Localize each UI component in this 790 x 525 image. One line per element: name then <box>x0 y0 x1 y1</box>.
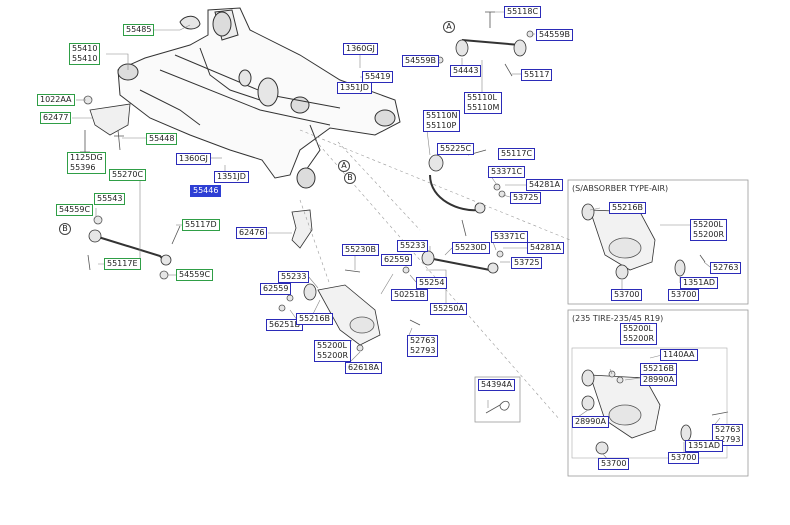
part-label-55110L-55110M[interactable]: 55110L 55110M <box>464 92 503 114</box>
part-label-55200L-55200R-air[interactable]: 55200L 55200R <box>690 219 728 241</box>
part-label-54394A[interactable]: 54394A <box>478 379 515 391</box>
parts-diagram: A B A B (S/ABSORBER TYPE-AIR) (235 TIRE-… <box>0 0 790 525</box>
part-label-55410-line2: 55410 <box>72 54 98 63</box>
callout-b-link: B <box>59 223 71 235</box>
part-label-53725-lower[interactable]: 53725 <box>511 257 543 269</box>
part-label-55200L: 55200L <box>317 341 347 350</box>
part-label-55117[interactable]: 55117 <box>521 69 553 81</box>
part-label-62476[interactable]: 62476 <box>236 227 268 239</box>
part-label-55117E[interactable]: 55117E <box>104 258 141 270</box>
part-label-53725-upper[interactable]: 53725 <box>510 192 542 204</box>
part-label-55410[interactable]: 55410 55410 <box>69 43 101 65</box>
part-label-55200L-55200R-main[interactable]: 55200L 55200R <box>314 340 352 362</box>
rear-subframe <box>117 7 401 189</box>
part-label-62477[interactable]: 62477 <box>40 112 72 124</box>
part-label-54559C-lower[interactable]: 54559C <box>176 269 214 281</box>
part-label-55216B-air[interactable]: 55216B <box>609 202 646 214</box>
part-label-55110M: 55110M <box>467 103 500 112</box>
callout-b: B <box>344 172 356 184</box>
part-label-1140AA[interactable]: 1140AA <box>660 349 698 361</box>
part-label-52763-52793[interactable]: 52763 52793 <box>407 335 439 357</box>
part-label-1351JD-mid[interactable]: 1351JD <box>214 171 249 183</box>
part-label-55110P: 55110P <box>426 121 457 130</box>
part-label-1125DG: 1125DG <box>70 153 103 162</box>
part-label-54559C-upper[interactable]: 54559C <box>56 204 94 216</box>
part-label-54443[interactable]: 54443 <box>450 65 482 77</box>
part-label-1351AD-air[interactable]: 1351AD <box>680 277 718 289</box>
part-label-62559-left[interactable]: 62559 <box>260 283 292 295</box>
part-label-55118C[interactable]: 55118C <box>504 6 542 18</box>
part-label-55117D[interactable]: 55117D <box>182 219 220 231</box>
part-label-55200R-air: 55200R <box>693 230 725 239</box>
part-label-50251B[interactable]: 50251B <box>391 289 428 301</box>
callout-a-upper: A <box>443 21 455 33</box>
part-label-55200R-tire: 55200R <box>623 334 655 343</box>
part-label-55233-left[interactable]: 55233 <box>278 271 310 283</box>
part-label-1351JD-top[interactable]: 1351JD <box>337 82 372 94</box>
part-label-55110N: 55110N <box>426 111 458 120</box>
part-label-55446-selected[interactable]: 55446 <box>190 185 222 197</box>
part-label-55200L-55200R-tire[interactable]: 55200L 55200R <box>620 323 658 345</box>
part-label-55230D[interactable]: 55230D <box>452 242 490 254</box>
part-label-55543[interactable]: 55543 <box>94 193 126 205</box>
part-label-53700-air-right[interactable]: 53700 <box>668 289 700 301</box>
part-label-1022AA[interactable]: 1022AA <box>37 94 75 106</box>
part-label-62618A[interactable]: 62618A <box>345 362 382 374</box>
part-label-55233-right[interactable]: 55233 <box>397 240 429 252</box>
part-label-53371C-lower[interactable]: 53371C <box>491 231 529 243</box>
part-label-55225C[interactable]: 55225C <box>437 143 475 155</box>
part-label-1351AD-tire[interactable]: 1351AD <box>685 440 723 452</box>
part-label-54281A-upper[interactable]: 54281A <box>526 179 563 191</box>
part-label-54281A-lower[interactable]: 54281A <box>527 242 564 254</box>
part-label-55110L: 55110L <box>467 93 497 102</box>
part-label-55110N-55110P[interactable]: 55110N 55110P <box>423 110 461 132</box>
part-label-55230B[interactable]: 55230B <box>342 244 379 256</box>
part-label-55216B-main[interactable]: 55216B <box>296 313 333 325</box>
part-label-28990A-left[interactable]: 28990A <box>572 416 609 428</box>
part-label-55200R: 55200R <box>317 351 349 360</box>
part-label-55485[interactable]: 55485 <box>123 24 155 36</box>
part-label-55254[interactable]: 55254 <box>416 277 448 289</box>
part-label-55200L-tire: 55200L <box>623 324 653 333</box>
part-label-53700-tire-right[interactable]: 53700 <box>668 452 700 464</box>
part-label-28990A-right[interactable]: 28990A <box>640 374 677 386</box>
part-label-54559B-right[interactable]: 54559B <box>536 29 573 41</box>
part-label-55117C[interactable]: 55117C <box>498 148 536 160</box>
part-label-55448[interactable]: 55448 <box>146 133 178 145</box>
part-label-1125DG-55396[interactable]: 1125DG 55396 <box>67 152 106 174</box>
part-label-52763-air[interactable]: 52763 <box>710 262 742 274</box>
part-label-52793: 52793 <box>410 346 436 355</box>
part-label-55200L-air: 55200L <box>693 220 723 229</box>
tire-type-title: (235 TIRE-235/45 R19) <box>572 314 664 323</box>
part-label-62559-right[interactable]: 62559 <box>381 254 413 266</box>
part-label-52763-tire: 52763 <box>715 425 741 434</box>
part-label-53371C-upper[interactable]: 53371C <box>488 166 526 178</box>
callout-a: A <box>338 160 350 172</box>
part-label-55250A[interactable]: 55250A <box>430 303 467 315</box>
part-label-53700-air-left[interactable]: 53700 <box>611 289 643 301</box>
part-label-55270C[interactable]: 55270C <box>109 169 147 181</box>
part-label-55410-line1: 55410 <box>72 44 98 53</box>
part-label-52763: 52763 <box>410 336 436 345</box>
part-label-1360GJ-mid[interactable]: 1360GJ <box>176 153 211 165</box>
part-label-1360GJ-top[interactable]: 1360GJ <box>343 43 378 55</box>
part-label-53700-tire-left[interactable]: 53700 <box>598 458 630 470</box>
air-type-title: (S/ABSORBER TYPE-AIR) <box>572 184 669 193</box>
part-label-54559B-left[interactable]: 54559B <box>402 55 439 67</box>
part-label-55396: 55396 <box>70 163 96 172</box>
